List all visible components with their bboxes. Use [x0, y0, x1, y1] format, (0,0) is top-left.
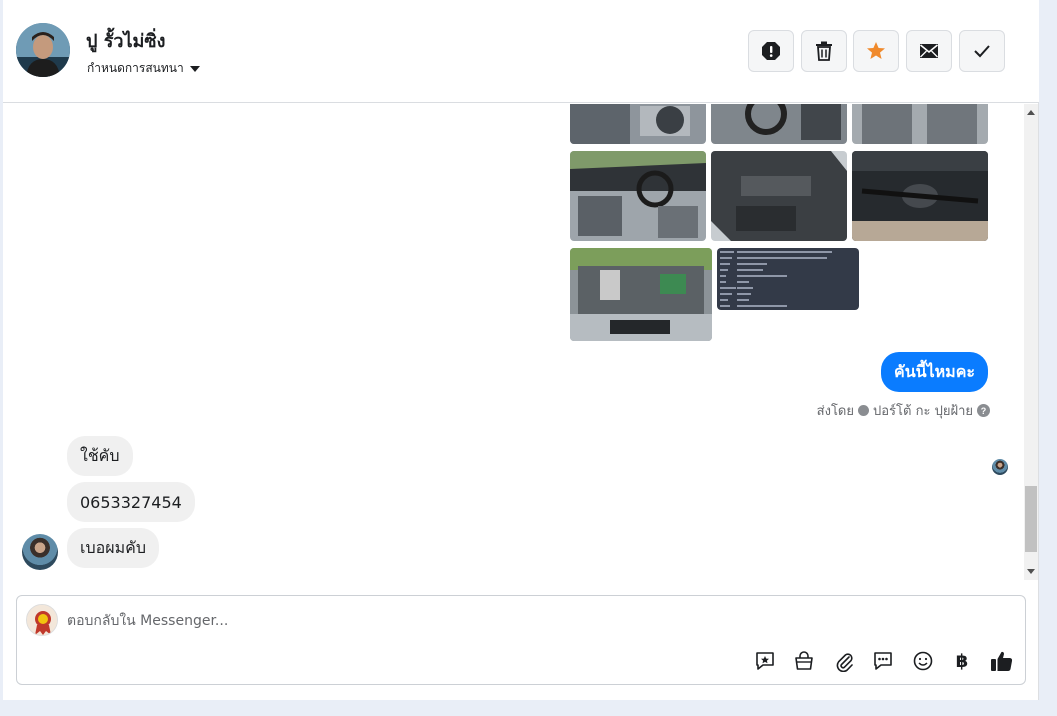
sent-by-label: ส่งโดย — [816, 404, 854, 419]
attach-file-button[interactable] — [831, 648, 857, 674]
thread-scrollbar[interactable] — [1024, 104, 1038, 580]
emoji-icon — [913, 651, 933, 671]
mark-spam-button[interactable] — [748, 30, 794, 72]
saved-reply-icon — [756, 652, 774, 670]
conversation-panel: ปู รั้วไม่ซิ่ง กำหนดการสนทนา คันนี้ไหมคะ… — [3, 0, 1039, 700]
incoming-message[interactable]: เบอผมคับ — [67, 528, 160, 568]
attached-photo[interactable] — [570, 248, 712, 341]
mark-unread-button[interactable] — [906, 30, 952, 72]
payment-button[interactable]: ฿ — [949, 648, 975, 674]
incoming-message-text: ใช้คับ — [80, 445, 120, 465]
help-circle-icon[interactable]: ? — [977, 404, 990, 417]
thumbs-up-icon — [991, 651, 1013, 671]
contact-name[interactable]: ปู รั้วไม่ซิ่ง — [86, 26, 165, 55]
message-thread: คันนี้ไหมคะ ส่งโดย ปอร์โต้ กะ ปุยฝ้าย ? … — [3, 104, 1039, 580]
like-button[interactable] — [989, 648, 1015, 674]
shop-button[interactable] — [791, 648, 817, 674]
scroll-thumb[interactable] — [1025, 486, 1037, 552]
attached-photo[interactable] — [570, 151, 706, 241]
reply-composer: ฿ — [16, 595, 1026, 685]
attached-photo[interactable] — [852, 151, 988, 241]
emoji-button[interactable] — [910, 648, 936, 674]
mark-done-button[interactable] — [959, 30, 1005, 72]
scroll-down-arrow-icon[interactable] — [1027, 569, 1035, 574]
chat-bubble-icon — [874, 652, 892, 670]
incoming-message-text: 0653327454 — [80, 492, 182, 512]
attachment-icon — [836, 653, 853, 672]
attached-document-photo[interactable] — [717, 248, 859, 310]
star-button[interactable] — [853, 30, 899, 72]
sent-by-info: ส่งโดย ปอร์โต้ กะ ปุยฝ้าย ? — [817, 400, 990, 421]
attached-photo[interactable] — [852, 104, 988, 144]
contact-message-avatar[interactable] — [22, 534, 58, 570]
page-avatar — [26, 604, 58, 636]
scroll-up-arrow-icon[interactable] — [1027, 110, 1035, 115]
quick-replies-button[interactable] — [870, 648, 896, 674]
shop-bag-icon — [795, 651, 813, 670]
reply-input[interactable] — [67, 608, 767, 634]
conversation-header: ปู รั้วไม่ซิ่ง กำหนดการสนทนา — [3, 0, 1039, 103]
svg-text:?: ? — [981, 406, 987, 416]
incoming-message[interactable]: ใช้คับ — [67, 436, 133, 476]
baht-icon: ฿ — [955, 650, 969, 672]
conversation-settings-dropdown[interactable]: กำหนดการสนทนา — [87, 59, 200, 78]
incoming-message[interactable]: 0653327454 — [67, 482, 195, 522]
saved-reply-button[interactable] — [752, 648, 778, 674]
sent-by-name: ปอร์โต้ กะ ปุยฝ้าย — [873, 404, 973, 419]
outgoing-message-text: คันนี้ไหมคะ — [894, 361, 976, 381]
caret-down-icon — [189, 65, 200, 72]
star-icon — [867, 42, 885, 59]
seen-indicator-avatar — [992, 459, 1008, 475]
attached-photo[interactable] — [711, 104, 847, 144]
delete-button[interactable] — [801, 30, 847, 72]
trash-icon — [816, 41, 832, 61]
conversation-settings-label: กำหนดการสนทนา — [87, 61, 184, 75]
sender-badge-icon — [858, 405, 869, 416]
attached-photo[interactable] — [711, 151, 847, 241]
contact-avatar[interactable] — [16, 23, 70, 77]
attached-photo[interactable] — [570, 104, 706, 144]
exclamation-circle-icon — [762, 42, 780, 60]
incoming-message-text: เบอผมคับ — [80, 537, 147, 557]
checkmark-icon — [974, 45, 990, 58]
envelope-icon — [919, 44, 939, 58]
outgoing-message[interactable]: คันนี้ไหมคะ — [881, 352, 989, 392]
